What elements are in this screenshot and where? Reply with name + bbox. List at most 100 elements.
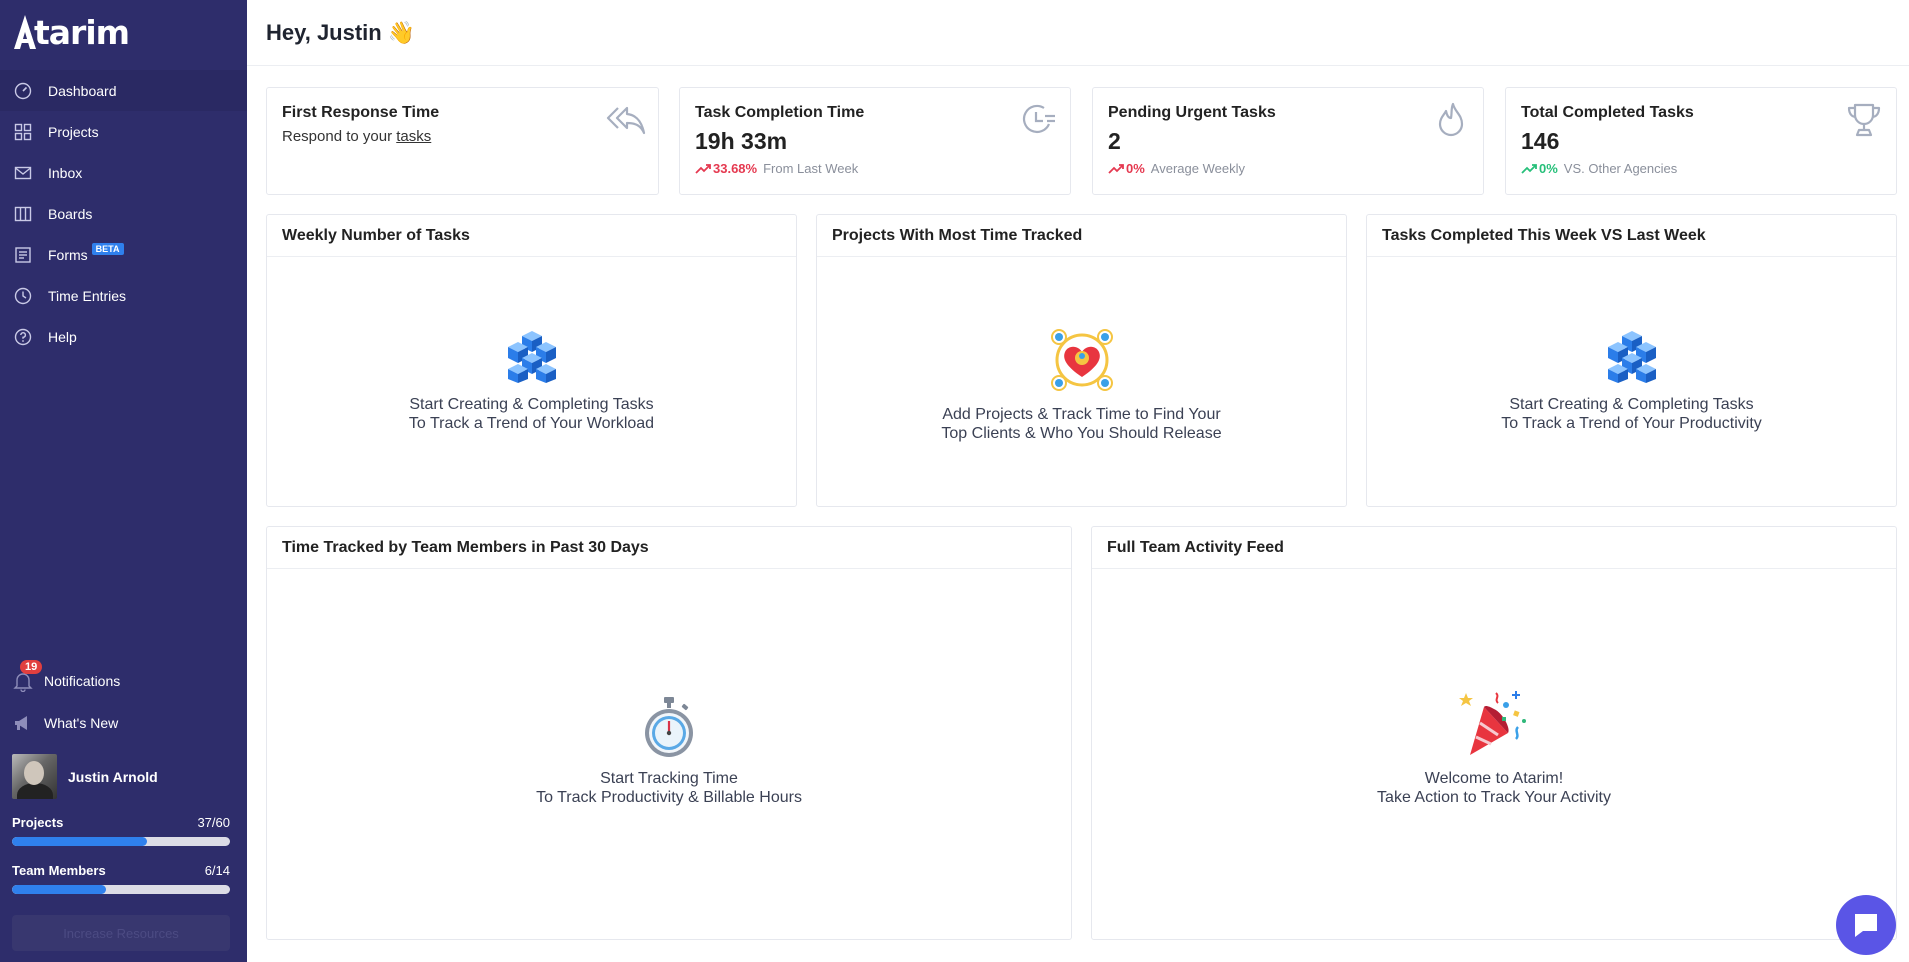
stat-title: Task Completion Time: [695, 104, 865, 121]
tasks-link[interactable]: tasks: [396, 128, 431, 145]
stat-first-response-time: First Response Time Respond to your task…: [266, 87, 659, 195]
sidebar-nav: Dashboard Projects Inbox Boards Forms BE…: [0, 70, 247, 357]
stat-subtext: Respond to your tasks: [282, 128, 431, 145]
board-icon: [14, 205, 32, 223]
empty-state-line2: To Track Productivity & Billable Hours: [536, 789, 802, 806]
page-header: Hey, Justin 👋: [247, 0, 1909, 66]
projects-usage-label: Projects: [12, 815, 64, 830]
bell-icon: 19: [12, 660, 43, 692]
empty-state-line1: Add Projects & Track Time to Find Your: [942, 406, 1221, 423]
chat-icon: [1855, 914, 1877, 937]
logo-text: tarim: [34, 12, 130, 52]
clock-history-icon: [1022, 104, 1055, 134]
panel-title: Full Team Activity Feed: [1092, 527, 1896, 569]
user-profile[interactable]: Justin Arnold: [12, 754, 158, 799]
whats-new-button[interactable]: What's New: [0, 702, 247, 744]
chat-widget-button[interactable]: [1836, 895, 1896, 955]
stat-title: Total Completed Tasks: [1521, 104, 1694, 121]
trend-up-icon: [695, 163, 711, 174]
empty-state-line2: To Track a Trend of Your Productivity: [1501, 415, 1762, 432]
notifications-button[interactable]: 19 Notifications: [0, 660, 247, 702]
panel-title: Time Tracked by Team Members in Past 30 …: [267, 527, 1071, 569]
stopwatch-icon: [645, 697, 693, 757]
empty-state-line2: Take Action to Track Your Activity: [1377, 789, 1611, 806]
panel-weekly-number-of-tasks: Weekly Number of Tasks Start Creating & …: [266, 214, 797, 507]
stat-title: Pending Urgent Tasks: [1108, 104, 1276, 121]
main-content: Hey, Justin 👋 First Response Time Respon…: [247, 0, 1909, 962]
sidebar-item-label: Inbox: [48, 164, 83, 181]
team-members-usage-value: 6/14: [204, 863, 230, 878]
sidebar-item-label: Boards: [48, 205, 93, 222]
increase-resources-button[interactable]: Increase Resources: [12, 915, 230, 951]
avatar: [12, 754, 57, 799]
sidebar: tarim Dashboard Projects Inbox Boards Fo…: [0, 0, 247, 962]
sidebar-bottom: 19 Notifications What's New: [0, 660, 247, 744]
sidebar-item-label: Projects: [48, 123, 99, 140]
sidebar-item-inbox[interactable]: Inbox: [0, 152, 247, 193]
empty-state-line2: To Track a Trend of Your Workload: [408, 415, 655, 432]
party-popper-icon: [1459, 691, 1526, 755]
flame-icon: [1438, 102, 1464, 137]
sidebar-item-label: Help: [48, 328, 77, 345]
stat-trend: 0% Average Weekly: [1108, 161, 1245, 176]
atarim-logo[interactable]: tarim: [14, 12, 130, 52]
megaphone-icon: [12, 712, 34, 734]
team-members-usage: Team Members 6/14: [12, 863, 230, 894]
projects-usage-fill: [12, 837, 147, 846]
empty-state-line1: Start Creating & Completing Tasks: [409, 396, 654, 413]
cubes-icon: [1607, 331, 1656, 383]
sidebar-item-label: Time Entries: [48, 287, 127, 304]
projects-usage: Projects 37/60: [12, 815, 230, 846]
sidebar-item-time-entries[interactable]: Time Entries: [0, 275, 247, 316]
empty-state-line2: Top Clients & Who You Should Release: [941, 425, 1222, 442]
stat-value: 146: [1521, 128, 1560, 154]
help-icon: [14, 328, 32, 346]
stat-trend-percent: 33.68%: [713, 161, 758, 176]
sidebar-item-dashboard[interactable]: Dashboard: [0, 70, 247, 111]
clock-icon: [14, 287, 32, 305]
panel-title: Tasks Completed This Week VS Last Week: [1367, 215, 1896, 257]
stat-task-completion-time: Task Completion Time 19h 33m 33.68% From…: [679, 87, 1071, 195]
empty-state-line1: Start Creating & Completing Tasks: [1509, 396, 1754, 413]
stat-trend: 0% VS. Other Agencies: [1521, 161, 1677, 176]
stat-trend-percent: 0%: [1126, 161, 1145, 176]
stat-subtext-label: Respond to your: [282, 128, 397, 145]
panel-time-tracked-team: Time Tracked by Team Members in Past 30 …: [266, 526, 1072, 940]
sidebar-item-label: Forms: [48, 246, 88, 263]
stat-value: 19h 33m: [695, 128, 788, 154]
stat-value: 2: [1108, 128, 1121, 154]
stat-trend: 33.68% From Last Week: [695, 161, 858, 176]
empty-state: Welcome to Atarim! Take Action to Track …: [1092, 687, 1896, 807]
heart-network-icon: [1050, 329, 1113, 391]
atarim-logo-icon: [14, 15, 36, 49]
stat-trend-note: VS. Other Agencies: [1563, 161, 1678, 176]
wave-emoji: 👋: [387, 19, 416, 45]
reply-icon: [606, 106, 646, 135]
panel-team-activity-feed: Full Team Activity Feed Welcome to Atari…: [1091, 526, 1897, 940]
sidebar-item-boards[interactable]: Boards: [0, 193, 247, 234]
team-members-usage-label: Team Members: [12, 863, 106, 878]
stat-title: First Response Time: [282, 104, 440, 121]
page-title: Hey, Justin: [266, 19, 382, 45]
empty-state: Start Tracking Time To Track Productivit…: [267, 695, 1071, 807]
beta-badge: BETA: [91, 242, 124, 255]
panel-title: Projects With Most Time Tracked: [817, 215, 1346, 257]
panel-projects-most-time-tracked: Projects With Most Time Tracked Add Proj…: [816, 214, 1347, 507]
form-icon: [14, 246, 32, 264]
trend-up-icon: [1521, 163, 1537, 174]
dashboard-icon: [14, 82, 32, 100]
projects-usage-bar: [12, 837, 230, 846]
notifications-label: Notifications: [44, 673, 121, 689]
projects-usage-value: 37/60: [197, 815, 230, 830]
sidebar-item-forms[interactable]: Forms BETA: [0, 234, 247, 275]
notifications-count-badge: 19: [20, 660, 43, 674]
stat-trend-note: Average Weekly: [1150, 161, 1245, 176]
stat-trend-percent: 0%: [1539, 161, 1558, 176]
sidebar-item-help[interactable]: Help: [0, 316, 247, 357]
empty-state: Start Creating & Completing Tasks To Tra…: [1367, 329, 1896, 433]
empty-state-line1: Welcome to Atarim!: [1424, 770, 1564, 787]
sidebar-item-projects[interactable]: Projects: [0, 111, 247, 152]
trophy-icon: [1847, 103, 1881, 137]
sidebar-item-label: Dashboard: [48, 82, 117, 99]
panel-title: Weekly Number of Tasks: [267, 215, 796, 257]
